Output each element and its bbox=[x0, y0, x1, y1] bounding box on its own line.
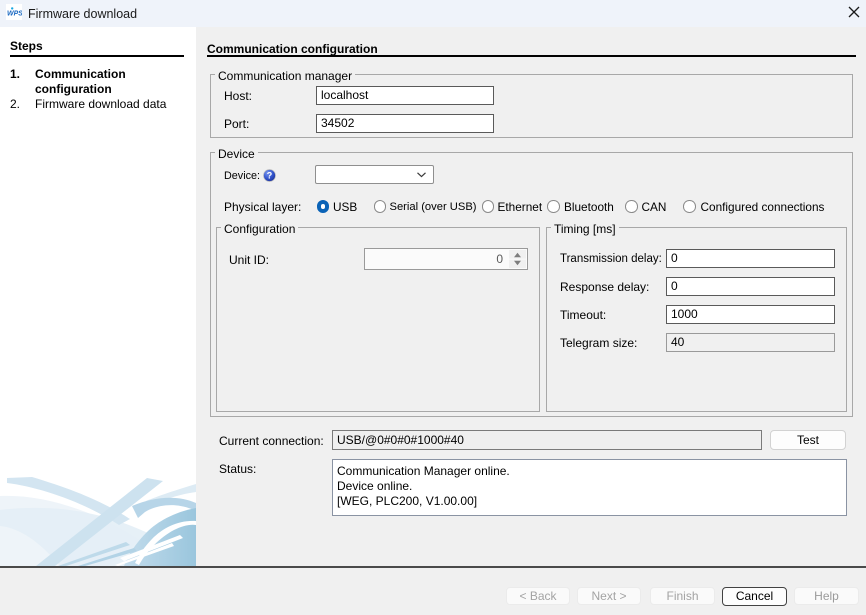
svg-text:?: ? bbox=[267, 171, 273, 181]
svg-text:WPS: WPS bbox=[7, 11, 22, 18]
